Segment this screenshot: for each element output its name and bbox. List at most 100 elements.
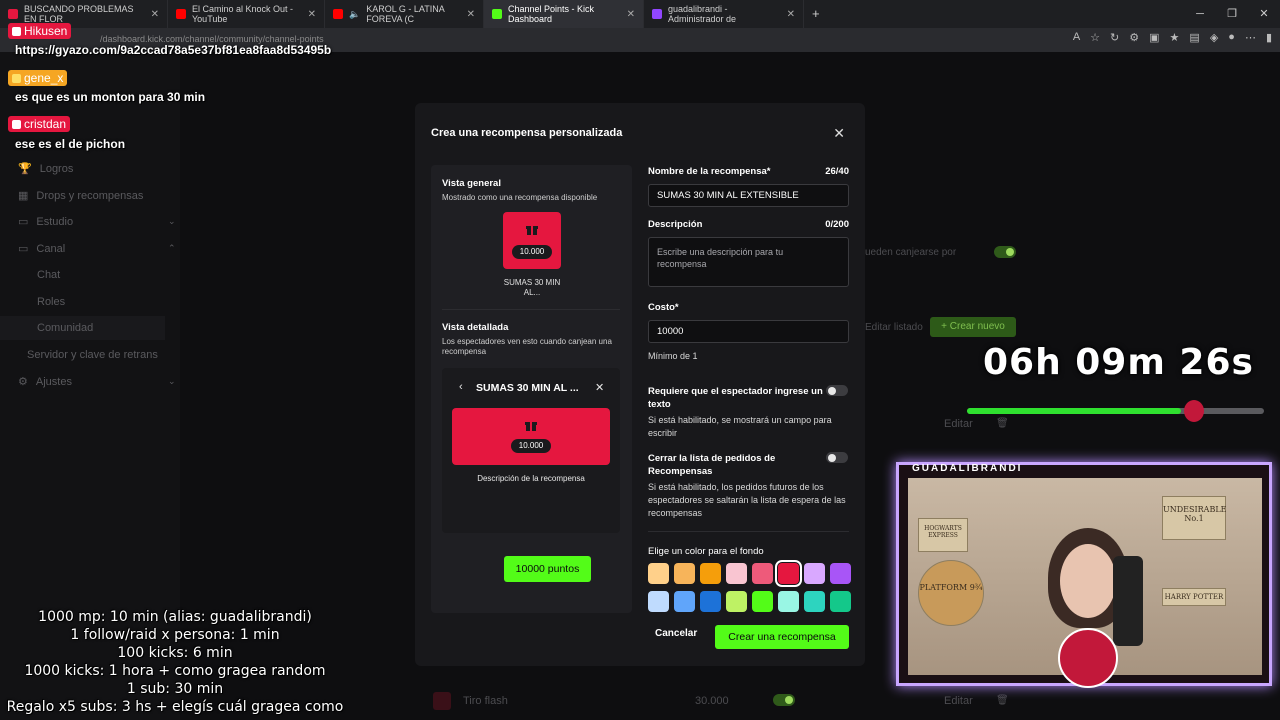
reward-row-name: Tiro flash [463, 695, 508, 707]
badge-icon [12, 73, 21, 83]
color-swatch[interactable] [726, 563, 747, 584]
edit-button[interactable]: Editar [944, 695, 973, 707]
collections-icon[interactable]: ▤ [1189, 31, 1199, 44]
maximize-icon[interactable]: ❐ [1216, 0, 1248, 28]
more-menu-icon[interactable]: ⋯ [1245, 31, 1256, 44]
sidebar-item-label: Canal [36, 242, 66, 255]
reward-tile: 10.000 [503, 212, 561, 269]
color-swatch[interactable] [830, 591, 851, 612]
preview-panel: Vista general Mostrado como una recompen… [431, 165, 632, 613]
color-label: Elige un color para el fondo [648, 546, 764, 557]
sidebar-item-logros[interactable]: 🏆 Logros [18, 162, 74, 176]
close-tab-icon[interactable]: ✕ [467, 9, 475, 20]
create-reward-button[interactable]: Crear una recompensa [715, 625, 849, 649]
new-tab-icon[interactable]: + [812, 6, 820, 21]
extension-icon[interactable]: ⚙ [1129, 31, 1139, 44]
color-swatch[interactable] [775, 560, 802, 587]
description-label: Descripción [648, 219, 703, 230]
edit-list-link[interactable]: Editar listado [865, 322, 923, 333]
sidebar-toggle-icon[interactable]: ▮ [1266, 31, 1272, 44]
redeem-toggle[interactable] [994, 246, 1016, 258]
read-aloud-icon[interactable]: A [1073, 31, 1080, 44]
sidebar-item-label: Logros [39, 162, 74, 175]
video-icon: ▭ [18, 216, 29, 228]
close-window-icon[interactable]: ✕ [1248, 0, 1280, 28]
sidebar-item-roles[interactable]: Roles [37, 296, 65, 308]
close-tab-icon[interactable]: ✕ [151, 9, 159, 20]
color-swatch[interactable] [778, 591, 799, 612]
divider [648, 531, 849, 532]
color-swatch[interactable] [700, 563, 721, 584]
description-placeholder: Escribe una descripción para tu recompen… [657, 247, 784, 269]
cancel-button[interactable]: Cancelar [655, 628, 697, 639]
close-queue-hint: Si está habilitado, los pedidos futuros … [648, 482, 846, 518]
favorite-star-icon[interactable]: ☆ [1090, 31, 1100, 44]
browser-tab[interactable]: guadalibrandi - Administrador de ✕ [644, 0, 804, 28]
sidebar-item-canal[interactable]: ▭ Canal ⌃ [18, 242, 178, 256]
trash-icon[interactable]: 🗑 [996, 418, 1009, 429]
color-swatch[interactable] [752, 563, 773, 584]
sidebar-item-servidor[interactable]: Servidor y clave de retrans [27, 349, 158, 361]
close-tab-icon[interactable]: ✕ [627, 9, 635, 20]
color-swatch[interactable] [674, 591, 695, 612]
tab-label: Channel Points - Kick Dashboard [508, 4, 595, 24]
sidebar-item-label: Estudio [36, 215, 74, 228]
description-counter: 0/200 [825, 219, 849, 230]
cost-value: 10000 [657, 326, 684, 337]
reward-thumb [433, 692, 451, 710]
color-swatch[interactable] [648, 591, 669, 612]
gift-icon [525, 422, 537, 431]
close-queue-label: Cerrar la lista de pedidos de Recompensa… [648, 453, 776, 477]
browser-tab[interactable]: 🔈 KAROL G - LATINA FOREVA (C ✕ [325, 0, 484, 28]
favorites-icon[interactable]: ★ [1170, 31, 1180, 44]
shield-icon[interactable]: ◈ [1210, 31, 1218, 44]
reward-name-input[interactable]: SUMAS 30 MIN AL EXTENSIBLE [648, 184, 849, 207]
rule-item: 1000 mp: 10 min (alias: guadalibrandi) [38, 609, 312, 625]
webcam-name: GUADALIBRANDI [912, 463, 1023, 474]
cost-input[interactable]: 10000 [648, 320, 849, 343]
minimize-icon[interactable]: ─ [1184, 0, 1216, 28]
sidebar-item-comunidad[interactable]: Comunidad [0, 316, 165, 340]
webcam-background: HOGWARTS EXPRESS PLATFORM 9¾ UNDESIRABLE… [908, 478, 1262, 688]
cost-label: Costo* [648, 302, 679, 313]
detail-title: Vista detallada [442, 322, 509, 333]
speaker-icon[interactable]: 🔈 [349, 9, 360, 20]
split-screen-icon[interactable]: ▣ [1149, 31, 1159, 44]
subathon-timer: 06h 09m 26s [983, 342, 1254, 383]
refresh-icon[interactable]: ↻ [1110, 31, 1119, 44]
require-text-toggle[interactable] [826, 385, 848, 396]
sidebar-item-ajustes[interactable]: ⚙ Ajustes ⌄ [18, 375, 178, 389]
sidebar-item-drops[interactable]: ▦ Drops y recompensas [18, 189, 143, 203]
sidebar-item-estudio[interactable]: ▭ Estudio ⌄ [18, 215, 178, 229]
redeem-points-button[interactable]: 10000 puntos [504, 556, 591, 582]
color-swatch[interactable] [752, 591, 773, 612]
browser-tab-active[interactable]: Channel Points - Kick Dashboard ✕ [484, 0, 644, 28]
description-textarea[interactable]: Escribe una descripción para tu recompen… [648, 237, 849, 287]
detail-header: SUMAS 30 MIN AL ... [476, 382, 579, 394]
create-new-button[interactable]: + Crear nuevo [930, 317, 1016, 337]
trash-icon[interactable]: 🗑 [996, 695, 1009, 706]
color-swatch[interactable] [726, 591, 747, 612]
profile-avatar[interactable]: ● [1228, 31, 1235, 44]
tab-label: El Camino al Knock Out - YouTube [192, 4, 294, 24]
color-swatch[interactable] [804, 563, 825, 584]
browser-tab[interactable]: El Camino al Knock Out - YouTube ✕ [168, 0, 325, 28]
color-swatch[interactable] [674, 563, 695, 584]
microphone [1113, 556, 1143, 646]
close-queue-toggle[interactable] [826, 452, 848, 463]
browser-tab-bar: BUSCANDO PROBLEMAS EN FLOR ✕ El Camino a… [0, 0, 1280, 28]
close-tab-icon[interactable]: ✕ [308, 9, 316, 20]
chevron-left-icon[interactable]: ‹ [459, 381, 463, 393]
chat-username: gene_x [8, 70, 68, 86]
close-tab-icon[interactable]: ✕ [787, 9, 795, 20]
color-swatch[interactable] [648, 563, 669, 584]
reward-row-toggle[interactable] [773, 694, 795, 706]
color-swatch[interactable] [700, 591, 721, 612]
color-swatch[interactable] [804, 591, 825, 612]
sidebar-item-chat[interactable]: Chat [37, 269, 60, 281]
reward-description: Descripción de la recompensa [477, 474, 585, 483]
close-icon[interactable]: ✕ [595, 381, 604, 394]
edit-button[interactable]: Editar [944, 418, 973, 430]
color-swatch[interactable] [830, 563, 851, 584]
close-icon[interactable]: ✕ [833, 125, 845, 142]
